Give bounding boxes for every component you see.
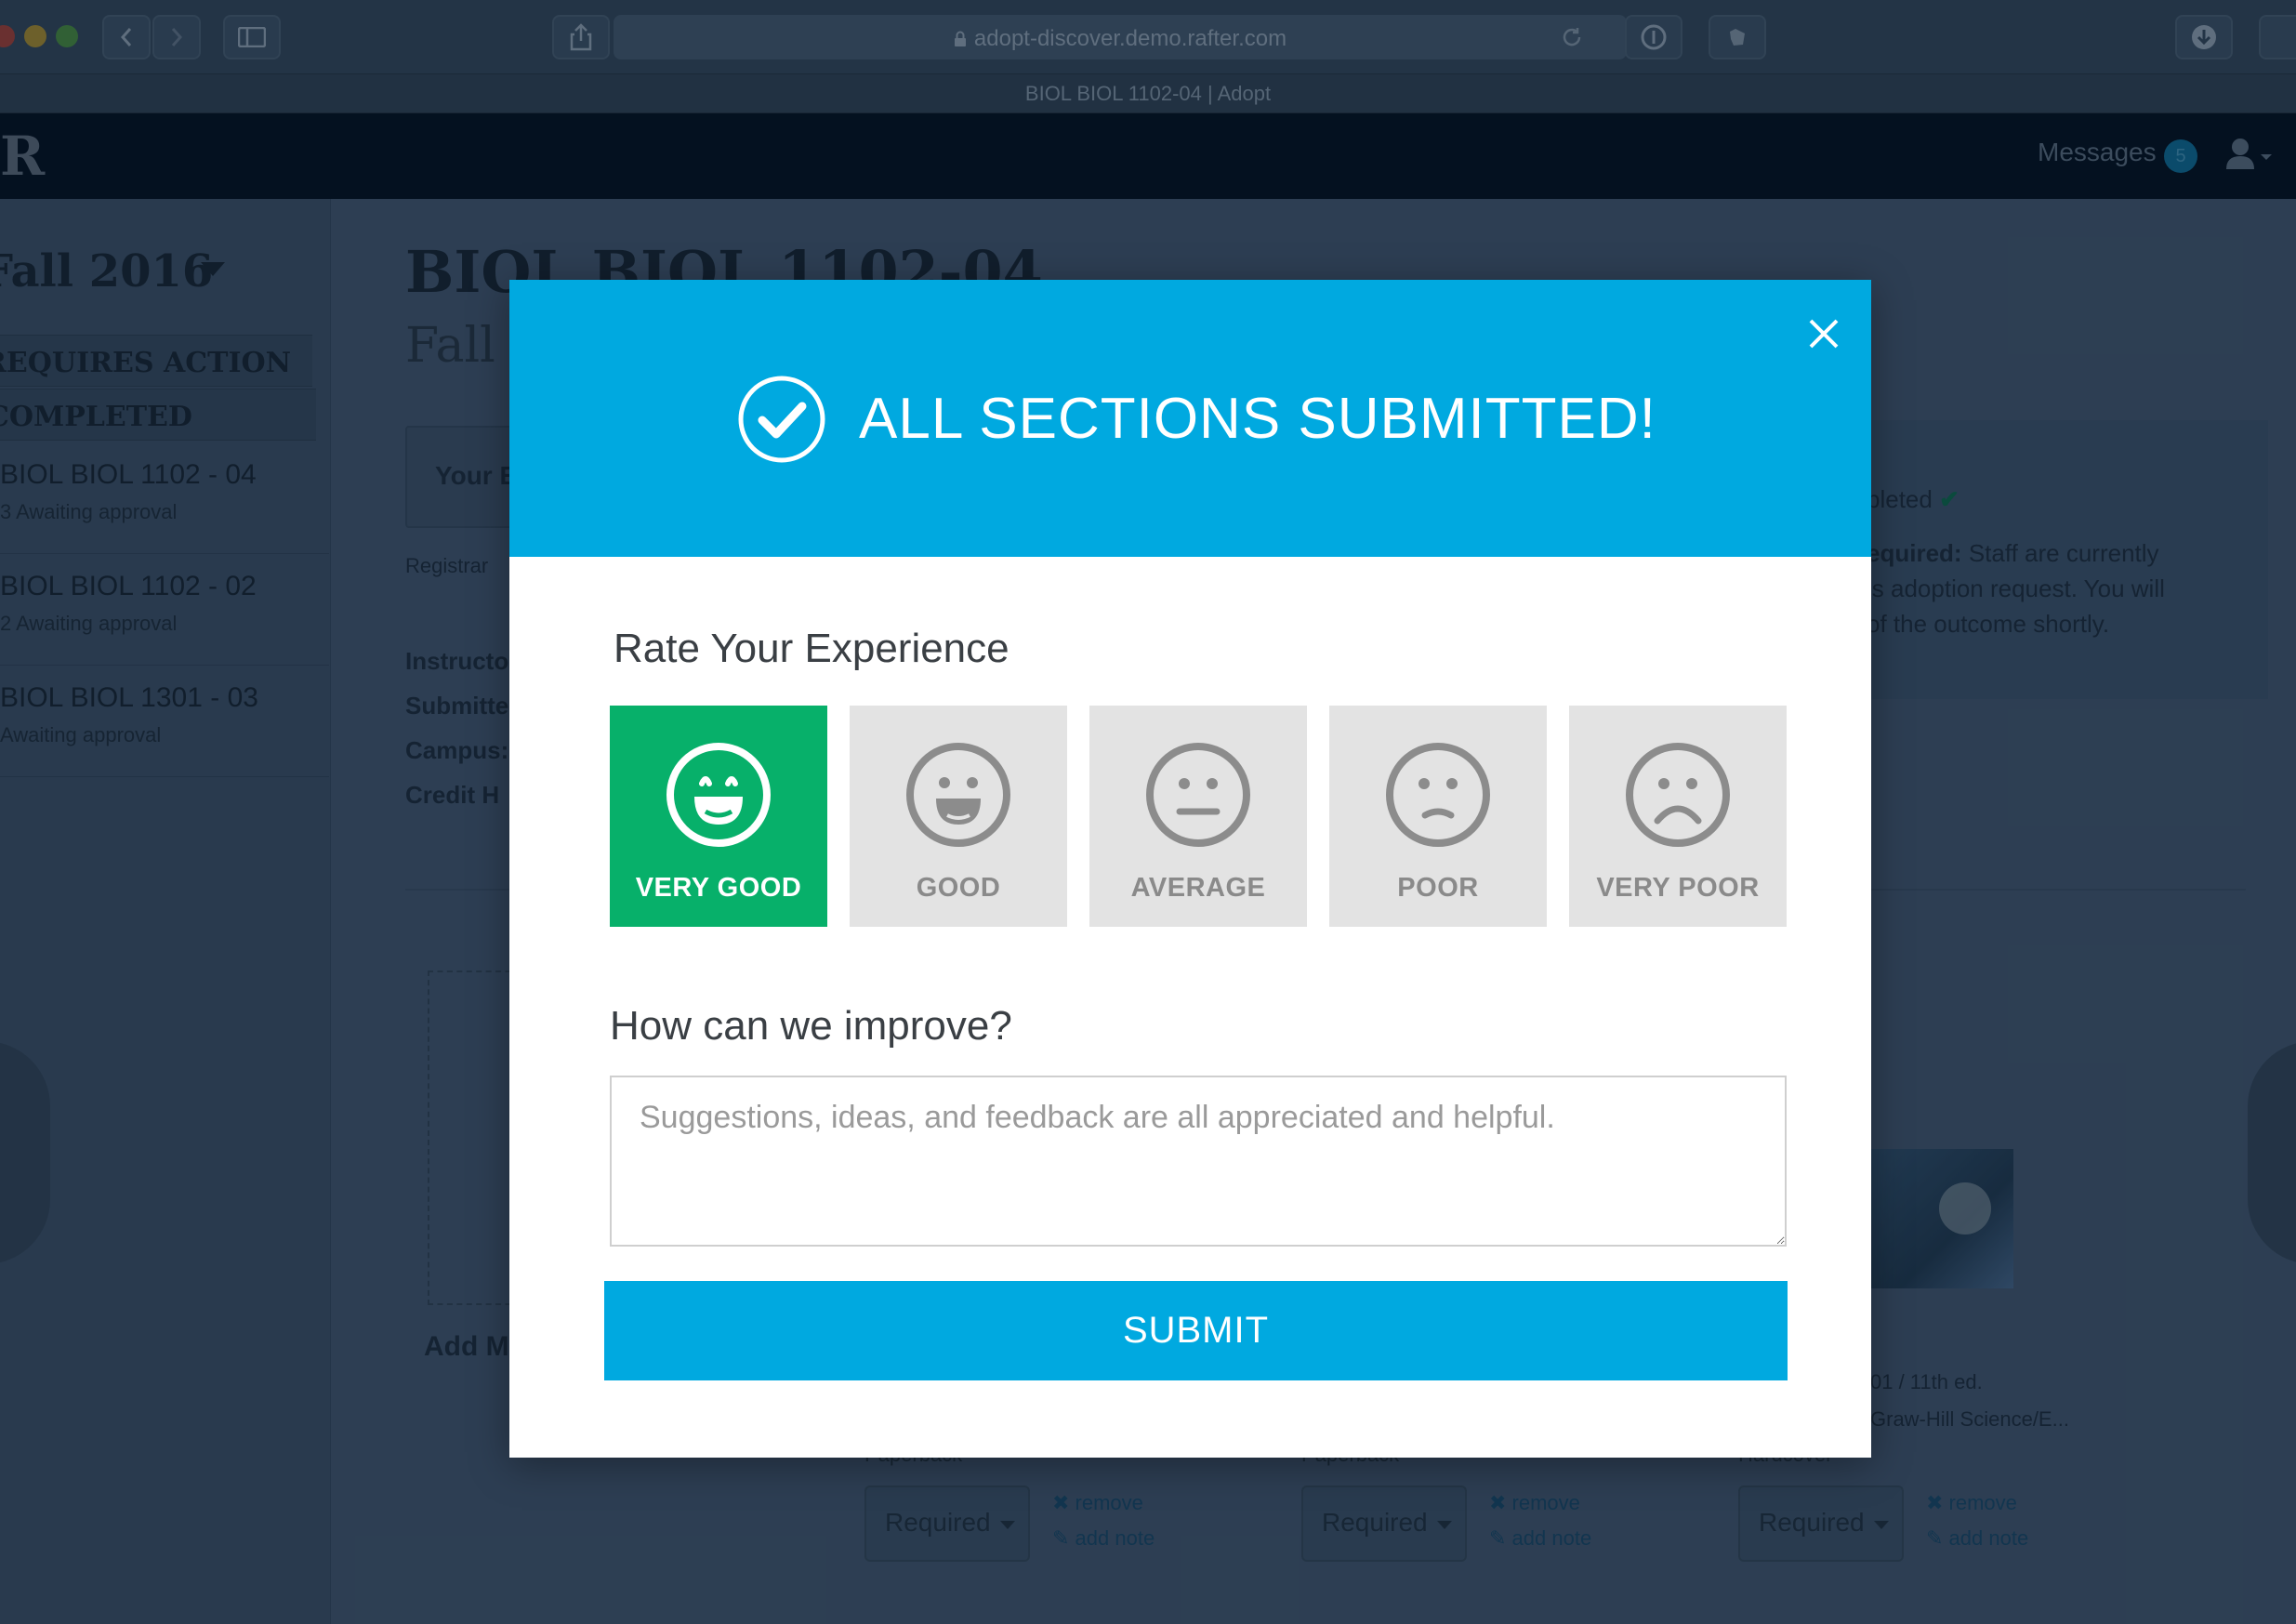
rate-experience-label: Rate Your Experience — [614, 626, 1009, 671]
average-face-icon — [1146, 743, 1250, 847]
very-poor-face-icon — [1626, 743, 1730, 847]
close-icon[interactable] — [1801, 311, 1846, 356]
check-circle-icon — [738, 376, 825, 463]
very-good-face-icon — [666, 743, 771, 847]
rating-label: GOOD — [916, 873, 1001, 903]
modal-header: ALL SECTIONS SUBMITTED! — [509, 280, 1871, 557]
rating-poor[interactable]: POOR — [1329, 706, 1547, 927]
feedback-modal: ALL SECTIONS SUBMITTED! Rate Your Experi… — [509, 280, 1871, 1458]
modal-title: ALL SECTIONS SUBMITTED! — [859, 387, 1656, 451]
rating-average[interactable]: AVERAGE — [1089, 706, 1307, 927]
submit-button[interactable]: SUBMIT — [604, 1281, 1788, 1380]
rating-label: POOR — [1397, 873, 1479, 903]
feedback-textarea[interactable] — [610, 1076, 1787, 1247]
rating-very-poor[interactable]: VERY POOR — [1569, 706, 1787, 927]
rating-label: AVERAGE — [1130, 873, 1266, 903]
rating-good[interactable]: GOOD — [850, 706, 1067, 927]
improve-label: How can we improve? — [610, 1003, 1012, 1049]
rating-label: VERY GOOD — [635, 873, 802, 903]
good-face-icon — [906, 743, 1010, 847]
rating-label: VERY POOR — [1596, 873, 1760, 903]
rating-very-good[interactable]: VERY GOOD — [610, 706, 827, 927]
poor-face-icon — [1386, 743, 1490, 847]
